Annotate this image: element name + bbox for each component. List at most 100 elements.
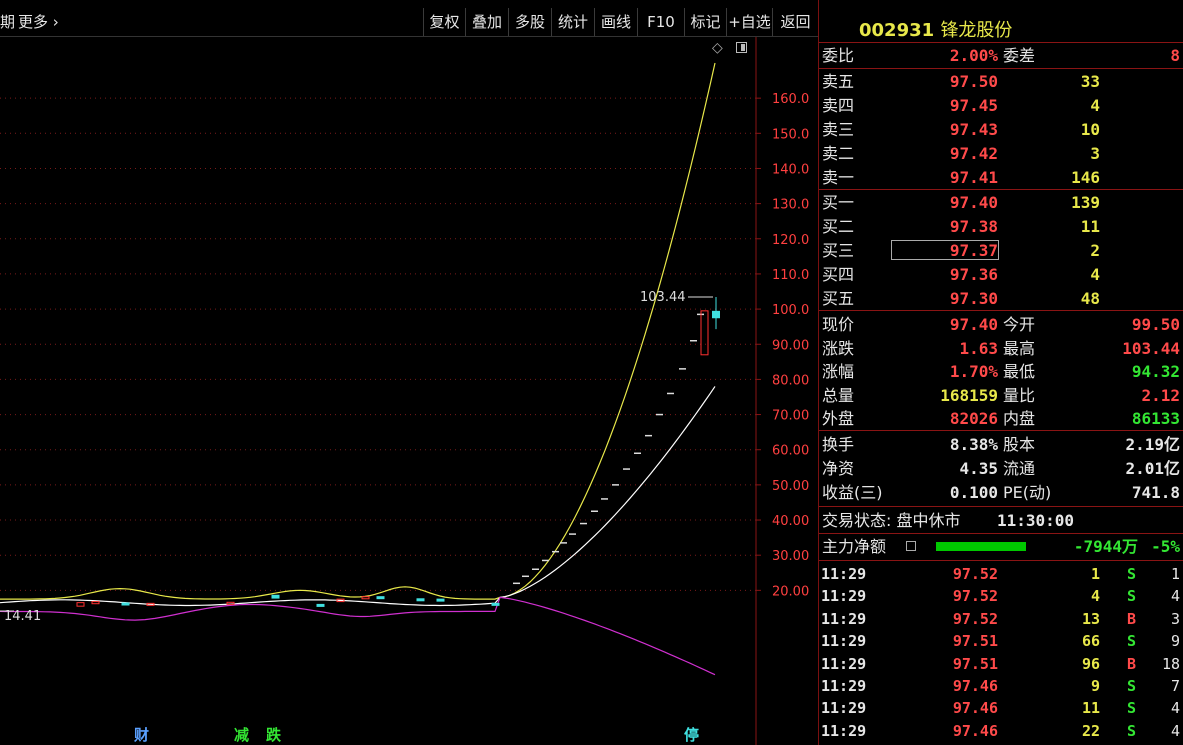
- bid-price[interactable]: 97.40: [950, 191, 998, 214]
- multi-stock-button[interactable]: 多股: [508, 8, 551, 36]
- y-tick-label: 140.0: [772, 162, 809, 177]
- ask-price[interactable]: 97.50: [950, 70, 998, 93]
- max-price-label: 103.44: [640, 290, 686, 305]
- quote-value-2: 103.44: [1122, 338, 1180, 358]
- ask-volume: 146: [1071, 168, 1100, 187]
- chart-toolbar: 期 更多 › 复权 叠加 多股 统计 画线 F10 标记 +自选 返回: [0, 8, 818, 37]
- stock-code: 002931: [859, 20, 935, 41]
- diamond-icon[interactable]: ◇: [712, 40, 723, 56]
- tick-row: 11:29 97.46 9 S 7: [819, 675, 1183, 697]
- bid-label: 买四: [822, 265, 855, 284]
- back-button[interactable]: 返回: [772, 8, 818, 36]
- stats-value-2: 2.01亿: [1125, 459, 1180, 478]
- tick-price: 97.52: [952, 565, 998, 583]
- quote-value: 97.40: [949, 315, 998, 334]
- ask-label: 卖一: [822, 168, 855, 187]
- tick-direction: S: [1127, 677, 1137, 695]
- stats-label: 换手: [822, 435, 855, 454]
- ask-price[interactable]: 97.41: [950, 166, 998, 189]
- tick-count: 4: [1170, 699, 1180, 718]
- overlay-button[interactable]: 叠加: [465, 8, 508, 36]
- ask-row: 卖二 97.42 3: [819, 142, 1183, 165]
- weibi-row: 委比 2.00% 委差 8: [819, 44, 1183, 67]
- kline-chart-pane[interactable]: 160.0 150.0 140.0 130.0 120.0 110.0 100.0 90.00…: [0, 0, 818, 745]
- divider: [819, 533, 1183, 534]
- quote-value: 168159: [940, 385, 998, 405]
- ask-volume: 33: [1080, 72, 1100, 91]
- tick-row: 11:29 97.52 4 S 4: [819, 585, 1183, 607]
- tick-price: 97.52: [952, 609, 998, 628]
- tick-direction: B: [1127, 609, 1137, 628]
- tick-volume: 22: [1081, 721, 1100, 740]
- bid-price[interactable]: 97.38: [950, 215, 998, 238]
- divider: [819, 310, 1183, 311]
- bid-label: 买五: [822, 289, 855, 308]
- tick-price: 97.46: [952, 699, 998, 718]
- quote-row: 现价 97.40 今开 99.50: [819, 313, 1183, 336]
- candle: [76, 602, 85, 607]
- tick-volume: 9: [1090, 677, 1100, 695]
- marker-finance[interactable]: 财: [134, 724, 149, 745]
- stats-button[interactable]: 统计: [551, 8, 594, 36]
- more-button[interactable]: 更多 ›: [18, 8, 62, 36]
- add-watchlist-button[interactable]: +自选: [726, 8, 772, 36]
- tick-direction: B: [1127, 654, 1137, 673]
- kline-chart[interactable]: 160.0 150.0 140.0 130.0 120.0 110.0 100.0 90.00…: [0, 0, 818, 745]
- fuquan-button[interactable]: 复权: [423, 8, 465, 36]
- stats-label: 净资: [822, 459, 855, 478]
- marker-halt[interactable]: 停: [684, 724, 699, 745]
- ask-volume: 4: [1090, 96, 1100, 115]
- draw-line-button[interactable]: 画线: [594, 8, 637, 36]
- stats-value: 4.35: [959, 459, 998, 478]
- mark-button[interactable]: 标记: [684, 8, 726, 36]
- divider: [819, 189, 1183, 190]
- ask-price[interactable]: 97.43: [950, 118, 998, 141]
- marker-reduce[interactable]: 减: [234, 724, 249, 745]
- candle: [416, 598, 425, 602]
- y-tick-label: 100.0: [772, 303, 809, 318]
- period-label-partial[interactable]: 期: [0, 8, 15, 36]
- quote-label-2: 量比: [1003, 385, 1036, 405]
- bid-volume: 139: [1071, 193, 1100, 212]
- tick-row: 11:29 97.52 13 B 3: [819, 608, 1183, 630]
- y-tick-label: 20.00: [772, 584, 809, 599]
- weibi-value: 2.00%: [949, 46, 998, 65]
- bid-price[interactable]: 97.30: [950, 287, 998, 310]
- tick-time: 11:29: [821, 677, 867, 695]
- bid-volume: 11: [1080, 217, 1100, 236]
- bid-volume: 48: [1080, 289, 1100, 308]
- y-tick-label: 160.0: [772, 92, 809, 107]
- y-tick-label: 90.00: [772, 338, 809, 353]
- tick-count: 4: [1170, 721, 1180, 740]
- y-tick-label: 150.0: [772, 127, 809, 142]
- panel-toggle-icon[interactable]: [736, 42, 747, 53]
- quote-label: 涨幅: [822, 362, 855, 381]
- ask-label: 卖五: [822, 72, 855, 91]
- candle: [700, 310, 709, 356]
- y-tick-label: 70.00: [772, 409, 809, 424]
- quote-value: 82026: [949, 409, 998, 428]
- candle: [91, 601, 100, 605]
- tick-price: 97.51: [952, 632, 998, 651]
- ask-price[interactable]: 97.45: [950, 94, 998, 117]
- main-flow-label: 主力净额: [822, 537, 887, 556]
- candle: [316, 603, 325, 607]
- tick-row: 11:29 97.52 1 S 1: [819, 563, 1183, 585]
- f10-button[interactable]: F10: [637, 8, 684, 36]
- ask-label: 卖二: [822, 144, 855, 163]
- stats-label-2: 流通: [1003, 459, 1036, 478]
- stats-row: 净资 4.35 流通 2.01亿: [819, 457, 1183, 480]
- ask-volume: 3: [1090, 144, 1100, 163]
- tick-direction: S: [1127, 721, 1137, 740]
- candle: [436, 598, 445, 602]
- divider: [819, 560, 1183, 561]
- bid-price[interactable]: 97.36: [950, 263, 998, 286]
- tick-volume: 1: [1090, 565, 1100, 583]
- tick-volume: 13: [1081, 609, 1100, 628]
- main-flow-value: -7944万: [1073, 537, 1138, 556]
- trade-status-row: 交易状态: 盘中休市 11:30:00: [819, 509, 1183, 532]
- main-flow-row: 主力净额 -7944万 -5%: [819, 535, 1183, 558]
- ask-price[interactable]: 97.42: [950, 142, 998, 165]
- marker-fall[interactable]: 跌: [266, 724, 281, 745]
- quote-value-2: 94.32: [1131, 362, 1180, 381]
